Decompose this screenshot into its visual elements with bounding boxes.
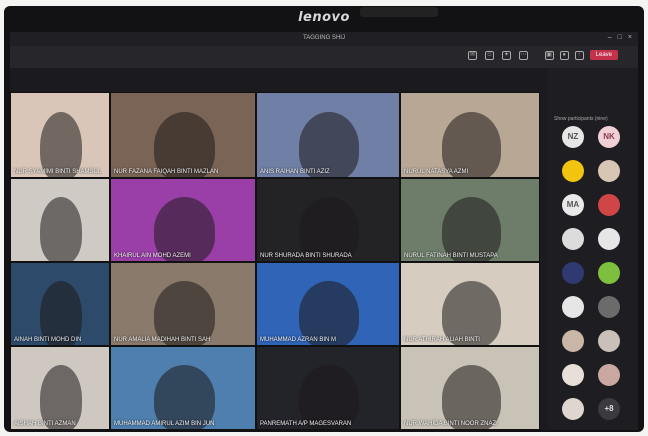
attendee-avatar[interactable] xyxy=(598,330,620,352)
attendee-avatar[interactable] xyxy=(598,194,620,216)
camera-icon[interactable]: ▣ xyxy=(544,50,554,60)
mic-icon[interactable]: ● xyxy=(559,50,569,60)
attendee-avatar[interactable] xyxy=(598,160,620,182)
attendee-avatar[interactable] xyxy=(562,262,584,284)
close-button[interactable]: × xyxy=(628,34,632,41)
meeting-toolbar: ✉ ☺ ✦ ⋯ ▣ ● ↑ Leave xyxy=(10,46,638,68)
video-tile[interactable]: AISHAH BINTI AZMAN xyxy=(10,346,110,430)
participant-name: MUHAMMAD AMIRUL AZIM BIN JUN xyxy=(114,421,215,427)
participant-video xyxy=(40,197,82,261)
video-tile[interactable]: KHAIRUL AIN MOHD AZEMI xyxy=(110,178,256,262)
participant-name: MUHAMMAD AZRAN BIN M xyxy=(260,337,337,343)
participant-name: NUR SHURADA BINTI SHURADA xyxy=(260,253,352,259)
more-icon[interactable]: ⋯ xyxy=(519,51,528,60)
reactions-icon[interactable]: ✦ xyxy=(502,51,511,60)
video-tile[interactable]: NUR SHURADA BINTI SHURADA xyxy=(256,178,400,262)
video-tile[interactable]: ANIS RAIHAN BINTI AZIZ xyxy=(256,92,400,178)
attendee-avatar[interactable]: NZ xyxy=(562,126,584,148)
window-title: TAGGING SHIJ xyxy=(303,35,345,41)
attendee-avatar[interactable] xyxy=(598,364,620,386)
video-tile[interactable] xyxy=(10,178,110,262)
participant-name: KHAIRUL AIN MOHD AZEMI xyxy=(114,253,191,259)
participant-name: PANREMATH A/P MAGESVARAN xyxy=(260,421,352,427)
participant-name: NUR AMALIA MADIHAH BINTI SAH xyxy=(114,337,211,343)
attendee-avatar[interactable]: +8 xyxy=(598,398,620,420)
attendee-avatar[interactable] xyxy=(598,262,620,284)
video-grid: NUR SYAMIMI BINTI SHAMSUL NUR FAZANA FAIQ… xyxy=(10,92,540,430)
chat-icon[interactable]: ✉ xyxy=(468,51,477,60)
participant-name: NUR SYAMIMI BINTI SHAMSUL xyxy=(14,169,102,175)
attendee-avatar[interactable] xyxy=(562,160,584,182)
monitor: lenovo TAGGING SHIJ – □ × ✉ ☺ ✦ ⋯ ▣ ● ↑ … xyxy=(0,0,648,436)
participant-name: NUR WAHIDA BINTI NOOR ZNAZI xyxy=(404,421,498,427)
attendee-avatar[interactable] xyxy=(562,228,584,250)
participant-name: NUR ATHIRAH ALIAH BINTI xyxy=(404,337,480,343)
participant-name: NURUL NATASYA AZMI xyxy=(404,169,469,175)
attendee-avatar[interactable] xyxy=(562,398,584,420)
participant-name: NURUL FATINAH BINTI MUSTAPA xyxy=(404,253,498,259)
panel-title: Show participants (nine) xyxy=(554,116,608,122)
attendee-avatar[interactable] xyxy=(562,330,584,352)
people-icon[interactable]: ☺ xyxy=(485,51,494,60)
video-tile[interactable]: NUR WAHIDA BINTI NOOR ZNAZI xyxy=(400,346,540,430)
attendee-avatar[interactable]: MA xyxy=(562,194,584,216)
attendee-initials: NZ xyxy=(567,132,579,141)
share-icon[interactable]: ↑ xyxy=(574,50,584,60)
attendee-avatar[interactable]: NK xyxy=(598,126,620,148)
attendee-avatar[interactable] xyxy=(562,296,584,318)
maximize-button[interactable]: □ xyxy=(618,34,622,41)
video-tile[interactable]: MUHAMMAD AMIRUL AZIM BIN JUN xyxy=(110,346,256,430)
video-tile[interactable]: AINAH BINTI MOHD DIN xyxy=(10,262,110,346)
attendee-avatar[interactable] xyxy=(562,364,584,386)
video-tile[interactable]: NUR AMALIA MADIHAH BINTI SAH xyxy=(110,262,256,346)
participant-name: ANIS RAIHAN BINTI AZIZ xyxy=(260,169,330,175)
attendee-initials: NK xyxy=(603,132,615,141)
video-tile[interactable]: NURUL FATINAH BINTI MUSTAPA xyxy=(400,178,540,262)
brand-logo: lenovo xyxy=(298,10,350,25)
title-bar: TAGGING SHIJ – □ × xyxy=(10,32,638,46)
participants-panel: Show participants (nine) NZ NK MA +8 xyxy=(548,68,638,430)
video-tile[interactable]: PANREMATH A/P MAGESVARAN xyxy=(256,346,400,430)
video-tile[interactable]: NUR ATHIRAH ALIAH BINTI xyxy=(400,262,540,346)
participant-name: AINAH BINTI MOHD DIN xyxy=(14,337,82,343)
participant-name: AISHAH BINTI AZMAN xyxy=(14,421,76,427)
video-tile[interactable]: MUHAMMAD AZRAN BIN M xyxy=(256,262,400,346)
minimize-button[interactable]: – xyxy=(608,34,612,41)
meeting-window: TAGGING SHIJ – □ × ✉ ☺ ✦ ⋯ ▣ ● ↑ Leave N… xyxy=(10,32,638,430)
leave-button[interactable]: Leave xyxy=(589,50,618,60)
attendee-initials: MA xyxy=(566,200,580,209)
video-tile[interactable]: NURUL NATASYA AZMI xyxy=(400,92,540,178)
video-tile[interactable]: NUR FAZANA FAIQAH BINTI MAZLAN xyxy=(110,92,256,178)
video-tile[interactable]: NUR SYAMIMI BINTI SHAMSUL xyxy=(10,92,110,178)
attendee-avatar[interactable] xyxy=(598,228,620,250)
participant-name: NUR FAZANA FAIQAH BINTI MAZLAN xyxy=(114,169,219,175)
attendee-avatar[interactable] xyxy=(598,296,620,318)
attendee-initials: +8 xyxy=(604,404,614,413)
